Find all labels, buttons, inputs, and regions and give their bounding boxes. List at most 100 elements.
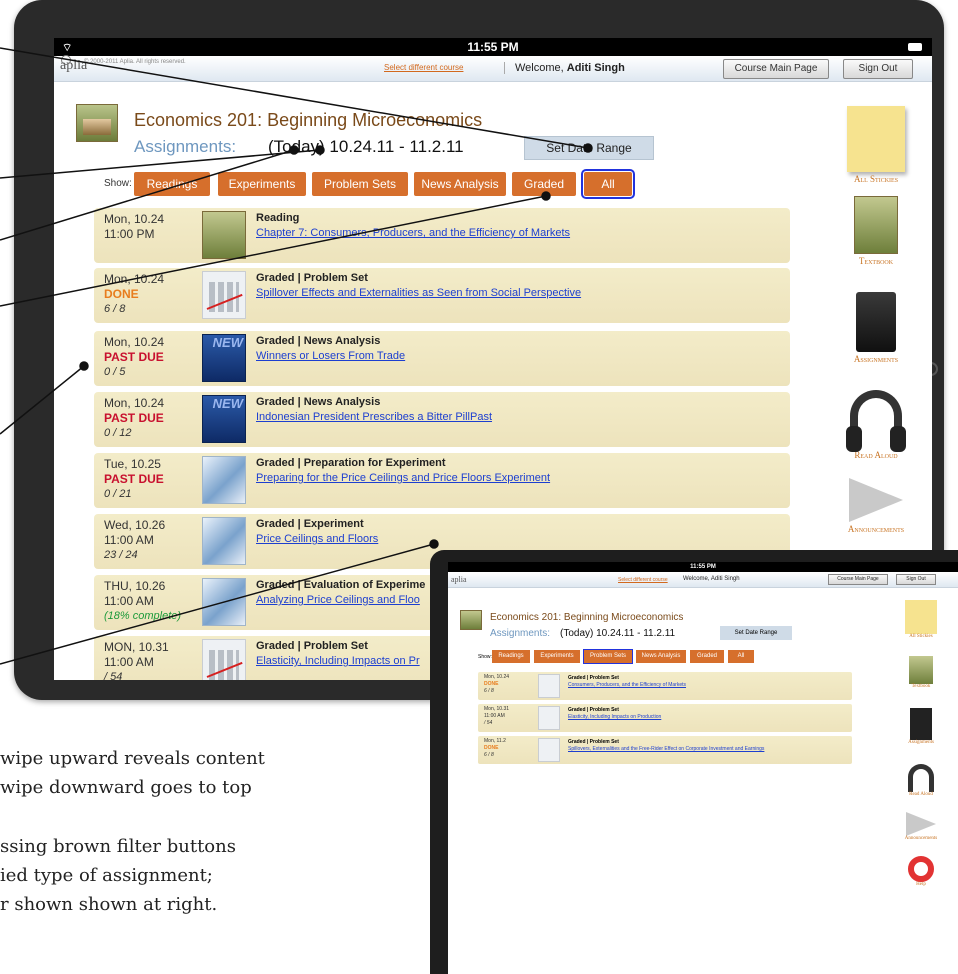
bar-chart-thumbnail-icon	[538, 738, 560, 762]
filter-readings-button[interactable]: Readings	[134, 172, 210, 196]
assignment-link[interactable]: Winners or Losers From Trade	[256, 350, 405, 362]
assignment-link[interactable]: Spillover Effects and Externalities as S…	[256, 287, 581, 299]
copyright-text: © 2000-2011 Aplia. All rights reserved.	[84, 59, 186, 65]
assignment-type: Graded | News Analysis	[256, 396, 381, 408]
inset-assignment-row[interactable]: Mon, 10.31 11:00 AM / 54 Graded | Problem…	[478, 704, 852, 732]
inset-sidebar-item-all-stickies[interactable]: All Stickies	[888, 600, 954, 639]
bar-chart-thumbnail-icon	[202, 271, 246, 319]
filter-experiments-button[interactable]: Experiments	[218, 172, 306, 196]
inset-sidebar-item-assignments[interactable]: Assignments	[888, 708, 954, 745]
textbook-thumbnail-icon	[202, 211, 246, 259]
set-date-range-button[interactable]: Set Date Range	[524, 136, 654, 160]
assignment-type: Graded | News Analysis	[256, 335, 381, 347]
filter-all-button[interactable]: All	[581, 169, 635, 199]
inset-course-main-page-button[interactable]: Course Main Page	[828, 574, 888, 585]
caption-line: ssing brown filter buttons	[0, 836, 236, 857]
assignment-link[interactable]: Indonesian President Prescribes a Bitter…	[256, 411, 492, 423]
headphones-icon	[846, 390, 906, 452]
inset-select-course-link[interactable]: Select different course	[618, 577, 668, 583]
inset-screen: 11:55 PM aplia Select different course W…	[448, 562, 958, 974]
inset-sidebar-item-read-aloud[interactable]: Read Aloud	[888, 764, 954, 797]
assignment-link[interactable]: Preparing for the Price Ceilings and Pri…	[256, 472, 550, 484]
caption-line: wipe downward goes to top	[0, 777, 252, 798]
inset-sidebar-item-help[interactable]: Help	[888, 856, 954, 887]
assignment-link[interactable]: Price Ceilings and Floors	[256, 533, 378, 545]
top-bar: aplia © 2000-2011 Aplia. All rights rese…	[54, 55, 932, 82]
assignment-link[interactable]: Elasticity, Including Impacts on Pr	[256, 655, 420, 667]
experiment-thumbnail-icon	[202, 578, 246, 626]
assignment-row[interactable]: Tue, 10.25 PAST DUE 0 / 21 Graded | Prepar…	[94, 453, 790, 508]
inset-set-date-range-button[interactable]: Set Date Range	[720, 626, 792, 640]
inset-aplia-logo[interactable]: aplia	[451, 575, 467, 584]
experiment-thumbnail-icon	[202, 456, 246, 504]
user-name: Aditi Singh	[566, 62, 625, 74]
inset-course-book-icon	[460, 610, 482, 630]
bar-chart-thumbnail-icon	[538, 706, 560, 730]
assignment-type: Graded | Evaluation of Experime	[256, 579, 426, 591]
assignment-type: Graded | Experiment	[256, 518, 364, 530]
status-badge: PAST DUE	[104, 350, 164, 364]
experiment-thumbnail-icon	[202, 517, 246, 565]
megaphone-icon	[849, 478, 903, 522]
inset-sidebar-item-textbook[interactable]: Textbook	[888, 656, 954, 689]
inset-assignment-link[interactable]: Spillovers, Externalities and the Free-R…	[568, 746, 808, 753]
inset-filter-readings-button[interactable]: Readings	[492, 650, 530, 663]
headphones-icon	[908, 764, 934, 792]
sticky-note-icon	[905, 600, 937, 634]
inset-welcome-text: Welcome, Aditi Singh	[683, 576, 740, 582]
caption-line: wipe upward reveals content	[0, 748, 265, 769]
assignment-type: Graded | Problem Set	[256, 640, 368, 652]
inset-filter-problem-sets-button[interactable]: Problem Sets	[583, 649, 633, 664]
status-time: 11:55 PM	[467, 40, 519, 54]
news-thumbnail-icon: NEW	[202, 395, 246, 443]
sidebar-item-assignments[interactable]: Assignments	[824, 292, 928, 364]
assignment-row[interactable]: Mon, 10.24 DONE 6 / 8 Graded | Problem Set…	[94, 268, 790, 323]
show-label: Show:	[104, 178, 132, 189]
sticky-note-icon	[847, 106, 905, 172]
select-different-course-link[interactable]: Select different course	[384, 63, 463, 72]
filter-graded-button[interactable]: Graded	[512, 172, 576, 196]
status-badge: PAST DUE	[104, 472, 164, 486]
date-range: (Today) 10.24.11 - 11.2.11	[268, 137, 464, 156]
bar-chart-thumbnail-icon	[538, 674, 560, 698]
welcome-text: Welcome, Aditi Singh	[504, 62, 625, 74]
filter-problem-sets-button[interactable]: Problem Sets	[312, 172, 408, 196]
inset-filter-all-button[interactable]: All	[728, 650, 754, 663]
inset-top-bar: aplia Select different course Welcome, A…	[448, 572, 958, 588]
assignment-type: Reading	[256, 212, 300, 224]
inset-sign-out-button[interactable]: Sign Out	[896, 574, 936, 585]
assignments-icon	[856, 292, 896, 352]
inset-assignment-link[interactable]: Consumers, Producers, and the Efficiency…	[568, 682, 808, 689]
course-main-page-button[interactable]: Course Main Page	[723, 59, 829, 79]
inset-assignment-row[interactable]: Mon, 11.2 DONE 6 / 8 Graded | Problem Set …	[478, 736, 852, 764]
assignment-row[interactable]: Mon, 10.24 11:00 PM Reading Chapter 7: Co…	[94, 208, 790, 263]
sidebar-item-all-stickies[interactable]: All Stickies	[824, 106, 928, 184]
sign-out-button[interactable]: Sign Out	[843, 59, 913, 79]
assignment-link[interactable]: Chapter 7: Consumers, Producers, and the…	[256, 227, 570, 239]
assignment-row[interactable]: Mon, 10.24 PAST DUE 0 / 12 NEW Graded | Ne…	[94, 392, 790, 447]
filter-news-analysis-button[interactable]: News Analysis	[414, 172, 506, 196]
assignment-row[interactable]: Mon, 10.24 PAST DUE 0 / 5 NEW Graded | New…	[94, 331, 790, 386]
sidebar-item-read-aloud[interactable]: Read Aloud	[824, 390, 928, 460]
caption-line: r shown shown at right.	[0, 894, 218, 915]
sidebar-item-textbook[interactable]: Textbook	[824, 196, 928, 266]
sidebar-item-announcements[interactable]: Announcements	[824, 478, 928, 534]
news-thumbnail-icon: NEW	[202, 334, 246, 382]
bar-chart-thumbnail-icon	[202, 639, 246, 680]
assignments-label: Assignments:	[134, 137, 237, 156]
inset-filter-news-analysis-button[interactable]: News Analysis	[636, 650, 686, 663]
inset-sidebar-item-announcements[interactable]: Announcements	[888, 812, 954, 841]
assignments-icon	[910, 708, 932, 740]
inset-filter-graded-button[interactable]: Graded	[690, 650, 724, 663]
inset-assignment-link[interactable]: Elasticity, Including Impacts on Product…	[568, 714, 808, 721]
megaphone-icon	[906, 812, 936, 836]
inset-filter-experiments-button[interactable]: Experiments	[534, 650, 580, 663]
inset-assignment-row[interactable]: Mon, 10.24 DONE 6 / 8 Graded | Problem Set…	[478, 672, 852, 700]
assignment-link[interactable]: Analyzing Price Ceilings and Floo	[256, 594, 420, 606]
caption-text: wipe upward reveals content wipe downwar…	[0, 744, 430, 919]
assignment-type: Graded | Problem Set	[256, 272, 368, 284]
inset-status-bar: 11:55 PM	[448, 562, 958, 572]
status-badge: DONE	[104, 287, 139, 301]
assignment-type: Graded | Preparation for Experiment	[256, 457, 446, 469]
course-title: Economics 201: Beginning Microeconomics	[134, 110, 483, 130]
